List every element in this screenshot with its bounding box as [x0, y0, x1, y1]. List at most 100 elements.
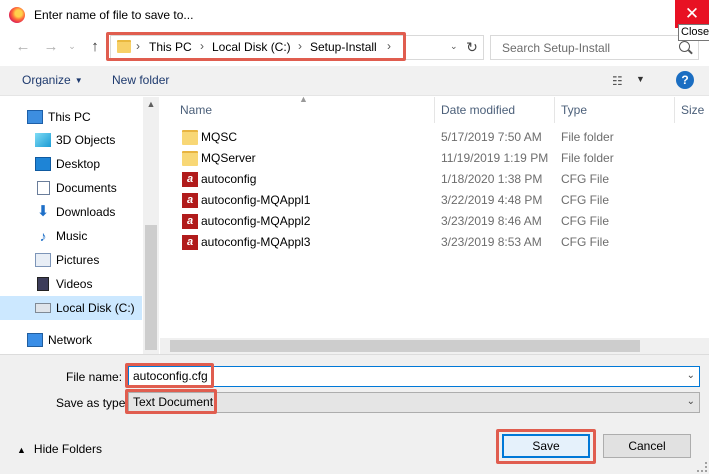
file-row[interactable]: a autoconfig 1/18/2020 1:38 PM CFG File [174, 169, 709, 190]
cfg-file-icon: a [182, 235, 198, 250]
column-divider[interactable] [434, 97, 435, 123]
column-divider[interactable] [554, 97, 555, 123]
file-name: MQSC [201, 130, 237, 144]
column-header-type[interactable]: Type [561, 103, 587, 117]
sidebar-item-label: This PC [48, 110, 91, 124]
hide-folders-button[interactable]: ▲ Hide Folders [17, 442, 102, 456]
cfg-file-icon: a [182, 172, 198, 187]
firefox-icon [9, 7, 25, 23]
file-date: 3/22/2019 4:48 PM [441, 193, 543, 207]
chevron-up-icon: ▲ [17, 445, 26, 455]
file-type: CFG File [561, 235, 609, 249]
recent-locations-icon[interactable]: ⌄ [61, 36, 83, 56]
back-button[interactable]: ← [12, 37, 34, 57]
refresh-button[interactable]: ↻ [462, 36, 482, 58]
close-tooltip: Close [678, 24, 709, 41]
sidebar-item-label: Desktop [56, 157, 101, 171]
file-type: CFG File [561, 214, 609, 228]
file-type: File folder [561, 151, 614, 165]
file-row[interactable]: a autoconfig-MQAppl1 3/22/2019 4:48 PM C… [174, 190, 709, 211]
title-bar: Enter name of file to save to... ✕ [0, 0, 709, 31]
save-type-highlight [125, 389, 217, 414]
file-name: autoconfig-MQAppl2 [201, 214, 311, 228]
organize-menu[interactable]: Organize ▼ [22, 73, 83, 87]
chevron-down-icon[interactable]: ⌄ [687, 370, 695, 381]
chevron-down-icon[interactable]: ⌄ [687, 396, 695, 407]
pictures-icon [35, 253, 51, 267]
sidebar-item-this-pc[interactable]: This PC [0, 105, 142, 129]
forward-button[interactable]: → [40, 37, 62, 57]
sidebar-item-label: Network [48, 333, 93, 347]
file-type: File folder [561, 130, 614, 144]
view-options-icon[interactable]: ☷ [612, 74, 628, 88]
sidebar-item-music[interactable]: ♪ Music [0, 224, 142, 248]
scrollbar-thumb[interactable] [145, 225, 157, 350]
sort-ascending-icon: ▲ [299, 94, 308, 104]
sidebar-item-label: Documents [56, 181, 117, 195]
folder-icon [182, 130, 198, 145]
address-dropdown-icon[interactable]: ⌄ [450, 41, 458, 52]
search-icon [679, 41, 690, 52]
column-header-size[interactable]: Size [681, 103, 704, 117]
disk-icon [35, 303, 51, 313]
save-highlight [496, 429, 596, 464]
sidebar-item-label: Local Disk (C:) [56, 301, 135, 315]
file-row[interactable]: MQServer 11/19/2019 1:19 PM File folder [174, 148, 709, 169]
scroll-up-icon[interactable]: ▲ [145, 99, 157, 109]
sidebar-item-desktop[interactable]: Desktop [0, 152, 142, 176]
cube-icon [35, 133, 51, 147]
sidebar-item-pictures[interactable]: Pictures [0, 248, 142, 272]
file-date: 11/19/2019 1:19 PM [441, 151, 549, 165]
document-icon [37, 181, 50, 195]
file-list-scrollbar[interactable] [160, 338, 709, 354]
file-name-highlight [125, 363, 214, 388]
file-row[interactable]: a autoconfig-MQAppl3 3/23/2019 8:53 AM C… [174, 232, 709, 253]
up-button[interactable]: ↑ [84, 37, 106, 57]
column-header-date[interactable]: Date modified [441, 103, 515, 117]
sidebar-item-downloads[interactable]: ⬇ Downloads [0, 200, 142, 224]
desktop-icon [35, 157, 51, 171]
view-dropdown-icon[interactable]: ▼ [636, 74, 645, 84]
sidebar-item-label: Pictures [56, 253, 100, 267]
help-icon[interactable]: ? [676, 71, 694, 89]
computer-icon [27, 110, 43, 124]
sidebar-item-documents[interactable]: Documents [0, 176, 142, 200]
file-type: CFG File [561, 172, 609, 186]
search-box[interactable]: Search Setup-Install [490, 35, 699, 60]
file-name: autoconfig [201, 172, 257, 186]
cancel-button[interactable]: Cancel [603, 434, 691, 458]
sidebar-item-local-disk[interactable]: Local Disk (C:) [0, 296, 142, 320]
column-header-name[interactable]: Name [180, 103, 212, 117]
file-row[interactable]: a autoconfig-MQAppl2 3/23/2019 8:46 AM C… [174, 211, 709, 232]
resize-grip-icon[interactable] [697, 462, 707, 472]
sidebar-item-label: Music [56, 229, 88, 243]
sidebar-item-network[interactable]: Network [0, 328, 142, 352]
save-type-label: Save as type: [56, 396, 129, 410]
search-input[interactable]: Search Setup-Install [502, 41, 610, 55]
file-date: 5/17/2019 7:50 AM [441, 130, 542, 144]
cfg-file-icon: a [182, 193, 198, 208]
file-type: CFG File [561, 193, 609, 207]
file-date: 1/18/2020 1:38 PM [441, 172, 543, 186]
sidebar-item-videos[interactable]: Videos [0, 272, 142, 296]
file-list: ▲ Name Date modified Type Size MQSC 5/17… [160, 94, 709, 354]
network-icon [27, 333, 43, 347]
sidebar-item-label: Downloads [56, 205, 116, 219]
sidebar-item-3d-objects[interactable]: 3D Objects [0, 128, 142, 152]
navigation-pane: This PC 3D Objects Desktop Documents ⬇ D… [0, 97, 159, 354]
scrollbar-thumb[interactable] [170, 340, 640, 352]
column-divider[interactable] [674, 97, 675, 123]
folder-icon [182, 151, 198, 166]
address-highlight [106, 32, 406, 61]
music-icon: ♪ [35, 229, 51, 243]
file-row[interactable]: MQSC 5/17/2019 7:50 AM File folder [174, 127, 709, 148]
sidebar-scrollbar[interactable]: ▲ [143, 97, 159, 354]
sidebar-item-label: 3D Objects [56, 133, 116, 147]
file-name: MQServer [201, 151, 256, 165]
new-folder-button[interactable]: New folder [112, 73, 169, 87]
file-name: autoconfig-MQAppl3 [201, 235, 311, 249]
file-date: 3/23/2019 8:53 AM [441, 235, 542, 249]
file-date: 3/23/2019 8:46 AM [441, 214, 542, 228]
window-title: Enter name of file to save to... [34, 8, 194, 22]
videos-icon [37, 277, 49, 291]
